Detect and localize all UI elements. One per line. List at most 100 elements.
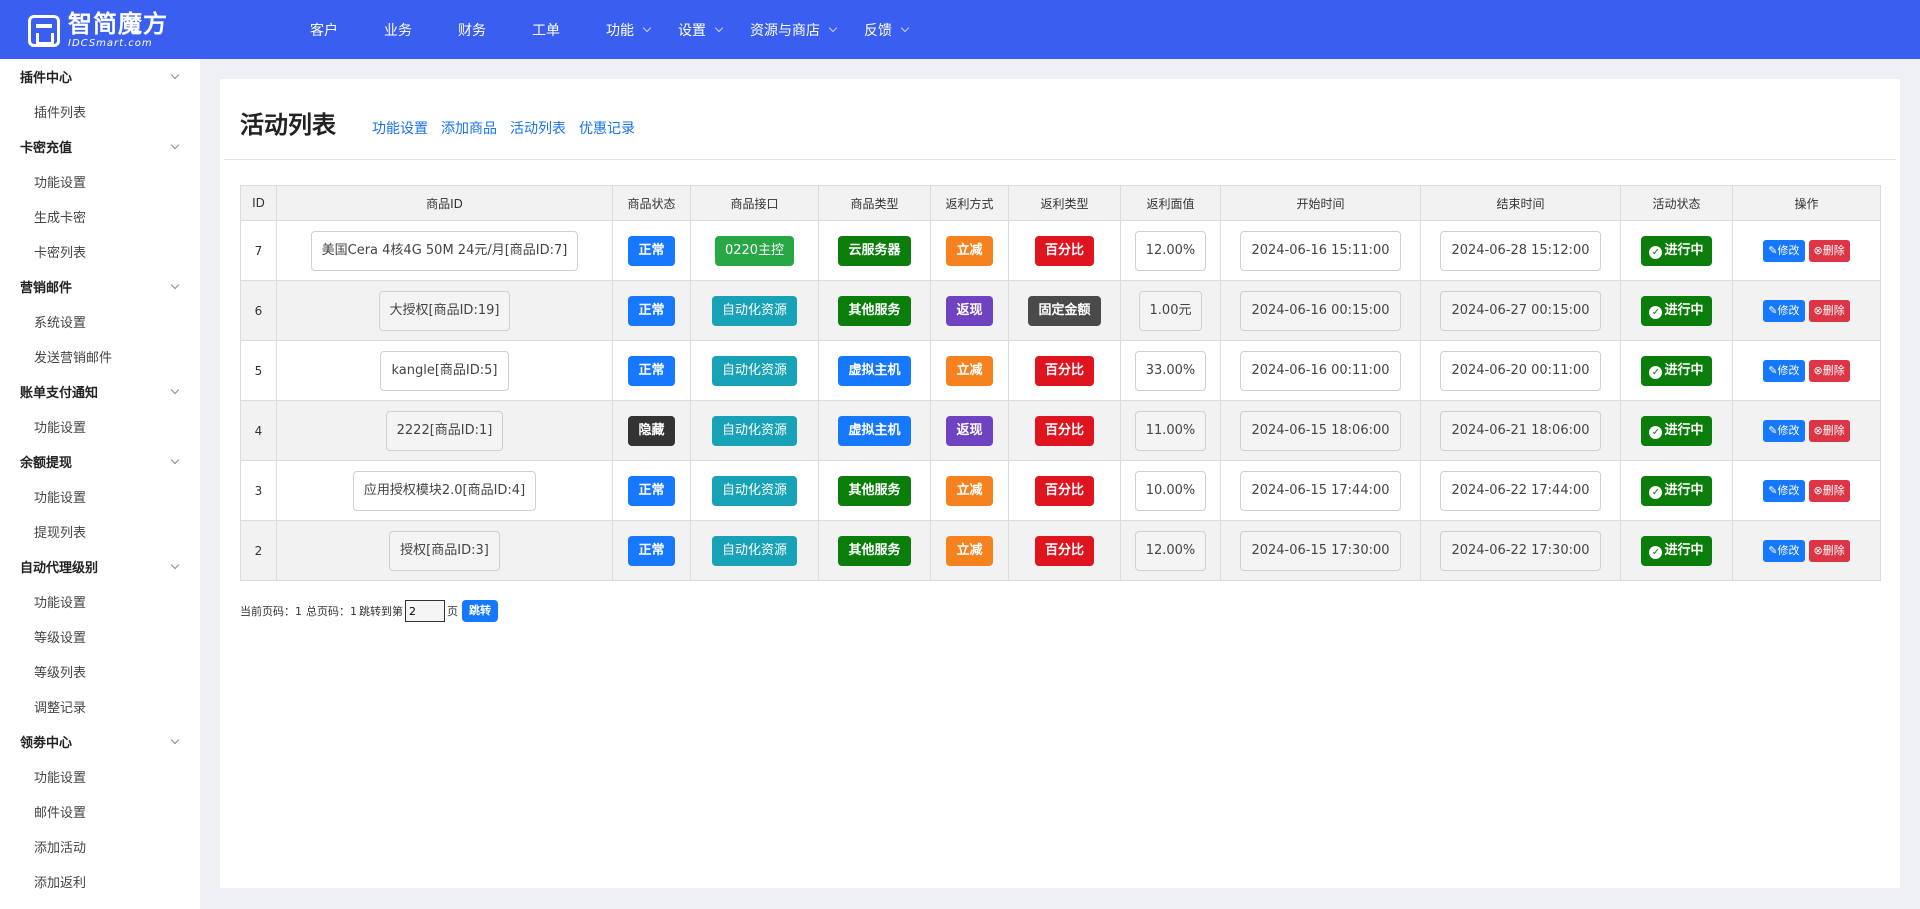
- chevron-down-icon: [170, 385, 180, 394]
- activity-status-badge: ✓ 进行中: [1641, 415, 1712, 446]
- sidebar-item[interactable]: 发送营销邮件: [0, 339, 200, 374]
- nav-item-4[interactable]: 功能: [606, 20, 652, 40]
- sidebar-item[interactable]: 调整记录: [0, 689, 200, 724]
- sidebar-item-label: 添加返利: [34, 876, 87, 891]
- sidebar-item[interactable]: 系统设置: [0, 304, 200, 339]
- jump-page-input[interactable]: [405, 600, 445, 622]
- product-api-badge: 自动化资源: [711, 415, 797, 446]
- start-time: 2024-06-15 17:44:00: [1240, 470, 1401, 511]
- nav-item-5[interactable]: 设置: [678, 20, 724, 40]
- jump-button[interactable]: 跳转: [462, 600, 498, 622]
- nav-item-3[interactable]: 工单: [532, 20, 560, 40]
- nav-item-6[interactable]: 资源与商店: [750, 20, 838, 40]
- table-cell: 12.00%: [1120, 220, 1221, 281]
- delete-button[interactable]: ⊗删除: [1808, 479, 1850, 502]
- sidebar-group[interactable]: 插件中心: [0, 59, 200, 94]
- product-type-badge: 云服务器: [838, 235, 911, 266]
- card-header: 活动列表 功能设置 添加商品 活动列表 优惠记录: [240, 105, 648, 140]
- delete-button[interactable]: ⊗删除: [1808, 239, 1850, 262]
- link-feature-settings[interactable]: 功能设置: [372, 118, 428, 138]
- check-circle-icon: ✓: [1649, 365, 1663, 379]
- chevron-down-icon: [714, 23, 724, 32]
- row-actions: ✎修改 ⊗删除: [1732, 340, 1881, 401]
- rebate-method-badge: 立减: [946, 355, 993, 386]
- row-actions: ✎修改 ⊗删除: [1732, 460, 1881, 521]
- edit-icon: ✎: [1768, 543, 1778, 557]
- end-time: 2024-06-22 17:44:00: [1440, 470, 1601, 511]
- edit-button[interactable]: ✎修改: [1763, 359, 1805, 382]
- link-add-product[interactable]: 添加商品: [441, 118, 497, 138]
- nav-item-2[interactable]: 财务: [458, 20, 486, 40]
- sidebar-item[interactable]: 等级列表: [0, 654, 200, 689]
- column-header: 开始时间: [1220, 185, 1421, 221]
- rebate-type-badge: 百分比: [1034, 415, 1094, 446]
- table-cell: 返现: [930, 280, 1009, 341]
- sidebar-item[interactable]: 生成卡密: [0, 199, 200, 234]
- table-cell: 正常: [612, 340, 691, 401]
- activity-status-label: 进行中: [1664, 242, 1704, 258]
- product-api-badge: 自动化资源: [711, 475, 797, 506]
- edit-button[interactable]: ✎修改: [1763, 239, 1805, 262]
- delete-button[interactable]: ⊗删除: [1808, 359, 1850, 382]
- link-discount-records[interactable]: 优惠记录: [579, 118, 635, 138]
- sidebar-item[interactable]: 添加返利: [0, 864, 200, 899]
- end-time: 2024-06-27 00:15:00: [1440, 290, 1601, 331]
- table-cell: 立减: [930, 340, 1009, 401]
- product-name: 美国Cera 4核4G 50M 24元/月[商品ID:7]: [310, 230, 579, 271]
- activity-status-badge: ✓ 进行中: [1641, 355, 1712, 386]
- rebate-method-badge: 立减: [946, 535, 993, 566]
- sidebar-item[interactable]: 功能设置: [0, 479, 200, 514]
- sidebar-item[interactable]: 卡密列表: [0, 234, 200, 269]
- brand-logo[interactable]: 智简魔方 IDCSmart.com: [28, 12, 168, 49]
- sidebar-group-label: 账单支付通知: [20, 386, 99, 401]
- nav-item-1[interactable]: 业务: [384, 20, 412, 40]
- table-cell: 返现: [930, 400, 1009, 461]
- row-actions: ✎修改 ⊗删除: [1732, 400, 1881, 461]
- edit-button[interactable]: ✎修改: [1763, 299, 1805, 322]
- sidebar-group[interactable]: 营销邮件: [0, 269, 200, 304]
- close-circle-icon: ⊗: [1813, 363, 1823, 377]
- sidebar-item[interactable]: 添加活动: [0, 829, 200, 864]
- sidebar-group[interactable]: 账单支付通知: [0, 374, 200, 409]
- table-cell: ✓ 进行中: [1620, 520, 1733, 581]
- row-id: 2: [240, 520, 277, 581]
- sidebar-group[interactable]: 领劵中心: [0, 724, 200, 759]
- brand-subtitle: IDCSmart.com: [68, 38, 153, 49]
- product-api-badge: 0220主控: [714, 235, 795, 266]
- delete-button[interactable]: ⊗删除: [1808, 299, 1850, 322]
- sidebar-item-label: 添加活动: [34, 841, 87, 856]
- nav-item-label: 工单: [532, 22, 560, 39]
- check-circle-icon: ✓: [1649, 245, 1663, 259]
- delete-button[interactable]: ⊗删除: [1808, 539, 1850, 562]
- sidebar-group[interactable]: 卡密充值: [0, 129, 200, 164]
- sidebar-item[interactable]: 插件列表: [0, 94, 200, 129]
- sidebar-item[interactable]: 提现列表: [0, 514, 200, 549]
- edit-button[interactable]: ✎修改: [1763, 419, 1805, 442]
- sidebar-item[interactable]: 功能设置: [0, 164, 200, 199]
- sidebar-item[interactable]: 功能设置: [0, 759, 200, 794]
- sidebar-group[interactable]: 自动代理级别: [0, 549, 200, 584]
- nav-item-7[interactable]: 反馈: [864, 20, 910, 40]
- table-cell: 0220主控: [690, 220, 819, 281]
- sidebar-item[interactable]: 等级设置: [0, 619, 200, 654]
- nav-item-0[interactable]: 客户: [310, 20, 338, 40]
- sidebar-item-label: 功能设置: [34, 491, 87, 506]
- close-circle-icon: ⊗: [1813, 243, 1823, 257]
- nav-item-label: 客户: [310, 22, 338, 39]
- edit-button[interactable]: ✎修改: [1763, 479, 1805, 502]
- sidebar-item[interactable]: 功能设置: [0, 584, 200, 619]
- sidebar-group[interactable]: 余额提现: [0, 444, 200, 479]
- table-row: 3 应用授权模块2.0[商品ID:4] 正常 自动化资源 其他服务 立减 百分比 10.00%…: [240, 460, 1881, 521]
- link-activity-list[interactable]: 活动列表: [510, 118, 566, 138]
- sidebar-item[interactable]: 功能设置: [0, 409, 200, 444]
- table-cell: 百分比: [1008, 460, 1121, 521]
- sidebar-item[interactable]: 邮件设置: [0, 794, 200, 829]
- edit-label: 修改: [1777, 243, 1800, 257]
- edit-button[interactable]: ✎修改: [1763, 539, 1805, 562]
- product-api-badge: 自动化资源: [711, 355, 797, 386]
- table-cell: 授权[商品ID:3]: [276, 520, 613, 581]
- close-circle-icon: ⊗: [1813, 483, 1823, 497]
- product-api-badge: 自动化资源: [711, 295, 797, 326]
- table-cell: 1.00元: [1120, 280, 1221, 341]
- delete-button[interactable]: ⊗删除: [1808, 419, 1850, 442]
